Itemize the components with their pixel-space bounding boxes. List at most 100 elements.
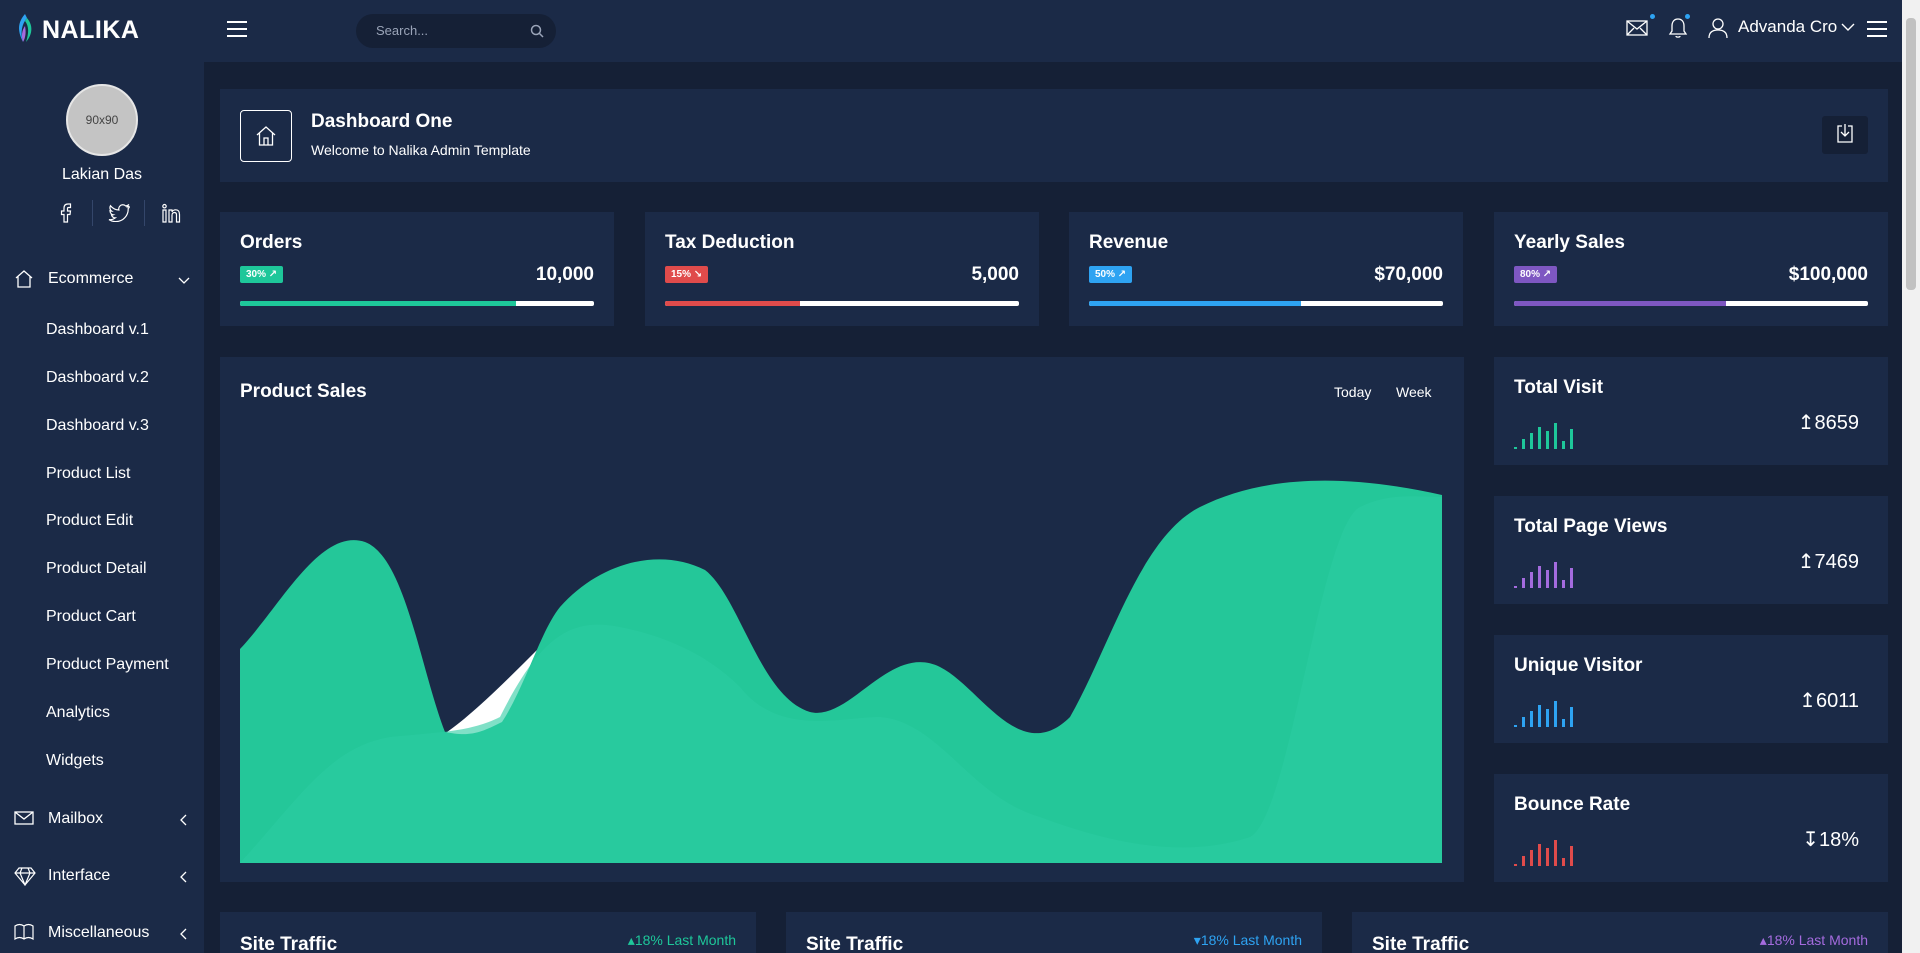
menu-toggle-icon[interactable] xyxy=(226,20,248,43)
sidebar-item-product-detail[interactable]: Product Detail xyxy=(46,560,147,578)
traffic-stat: ▴18% Last Month xyxy=(627,932,736,948)
sidebar-item-miscellaneous[interactable]: Miscellaneous xyxy=(0,913,204,953)
menu-icon[interactable] xyxy=(1866,20,1888,43)
stat-progress xyxy=(1089,301,1443,306)
bell-notification-dot xyxy=(1685,14,1690,19)
sidebar-item-dashboard-v2[interactable]: Dashboard v.2 xyxy=(46,369,149,387)
user-menu[interactable]: Advanda Cro xyxy=(1738,17,1855,37)
social-links xyxy=(40,200,196,226)
scrollbar[interactable] xyxy=(1902,0,1920,953)
bell-icon[interactable] xyxy=(1668,17,1688,44)
home-icon xyxy=(240,110,292,162)
stat-value: 5,000 xyxy=(971,264,1019,285)
stat-progress-fill xyxy=(240,301,517,306)
sidebar-item-interface[interactable]: Interface xyxy=(0,856,204,896)
mini-stat-value: ↥7469 xyxy=(1797,551,1859,573)
stat-card-yearly-sales: Yearly Sales 80% ↗ $100,000 xyxy=(1494,212,1888,326)
stat-value: $100,000 xyxy=(1788,264,1868,285)
card-title: Site Traffic xyxy=(1372,934,1470,953)
stat-value: $70,000 xyxy=(1374,264,1443,285)
search-icon[interactable] xyxy=(530,24,544,43)
mini-stat-title: Total Visit xyxy=(1514,377,1604,398)
mini-bar-chart xyxy=(1514,423,1573,449)
brand-name: NALIKA xyxy=(42,16,140,44)
mini-stat-title: Total Page Views xyxy=(1514,516,1668,537)
top-bar: Advanda Cro xyxy=(204,0,1902,62)
chevron-left-icon xyxy=(178,927,190,945)
mail-notification-dot xyxy=(1650,14,1655,19)
sidebar-item-widgets[interactable]: Widgets xyxy=(46,752,104,770)
tab-week[interactable]: Week xyxy=(1396,384,1432,400)
mini-stat-total-visit: Total Visit ↥8659 xyxy=(1494,357,1888,465)
download-icon xyxy=(1836,123,1854,148)
stat-card-orders: Orders 30% ↗ 10,000 xyxy=(220,212,614,326)
traffic-stat: ▴18% Last Month xyxy=(1759,932,1868,948)
product-sales-chart xyxy=(240,480,1442,863)
sidebar-item-product-payment[interactable]: Product Payment xyxy=(46,656,169,674)
download-button[interactable] xyxy=(1822,116,1868,154)
user-icon[interactable] xyxy=(1708,17,1728,44)
search-input[interactable] xyxy=(376,23,526,38)
stat-progress xyxy=(1514,301,1868,306)
card-title: Site Traffic xyxy=(240,934,338,953)
site-traffic-card: Site Traffic ▴18% Last Month xyxy=(220,912,756,953)
home-icon xyxy=(14,269,34,294)
mini-stat-value: ↥8659 xyxy=(1797,412,1859,434)
sidebar-item-label: Mailbox xyxy=(48,810,104,827)
chevron-down-icon xyxy=(178,273,190,291)
mini-stat-total-page-views: Total Page Views ↥7469 xyxy=(1494,496,1888,604)
sidebar-item-dashboard-v3[interactable]: Dashboard v.3 xyxy=(46,417,149,435)
site-traffic-card: Site Traffic ▾18% Last Month xyxy=(786,912,1322,953)
page-header: Dashboard One Welcome to Nalika Admin Te… xyxy=(220,89,1888,182)
stat-progress-fill xyxy=(665,301,800,306)
stat-badge: 30% ↗ xyxy=(240,266,284,283)
stat-value: 10,000 xyxy=(535,264,594,285)
page-subtitle: Welcome to Nalika Admin Template xyxy=(311,142,531,158)
stat-title: Tax Deduction xyxy=(665,232,795,253)
chevron-left-icon xyxy=(178,870,190,888)
mail-icon[interactable] xyxy=(1626,19,1648,42)
facebook-icon[interactable] xyxy=(40,200,92,226)
mini-bar-chart xyxy=(1514,840,1573,866)
page-title: Dashboard One xyxy=(311,111,453,132)
chevron-down-icon xyxy=(1841,17,1855,37)
sidebar-item-analytics[interactable]: Analytics xyxy=(46,704,110,722)
mini-stat-title: Unique Visitor xyxy=(1514,655,1643,676)
sidebar-item-ecommerce[interactable]: Ecommerce xyxy=(0,259,204,299)
logo-icon xyxy=(14,13,36,48)
sidebar-item-label: Miscellaneous xyxy=(48,924,150,941)
tab-today[interactable]: Today xyxy=(1334,384,1371,400)
stat-title: Orders xyxy=(240,232,303,253)
scrollbar-thumb[interactable] xyxy=(1906,18,1916,290)
mini-stat-bounce-rate: Bounce Rate ↧18% xyxy=(1494,774,1888,882)
user-name: Advanda Cro xyxy=(1738,17,1838,36)
chevron-left-icon xyxy=(178,813,190,831)
profile-name: Lakian Das xyxy=(61,166,143,183)
sidebar-item-label: Interface xyxy=(48,867,111,884)
card-title: Site Traffic xyxy=(806,934,904,953)
stat-badge: 50% ↗ xyxy=(1089,266,1133,283)
mini-stat-title: Bounce Rate xyxy=(1514,794,1631,815)
mini-bar-chart xyxy=(1514,701,1573,727)
stat-card-revenue: Revenue 50% ↗ $70,000 xyxy=(1069,212,1463,326)
sidebar-item-mailbox[interactable]: Mailbox xyxy=(0,799,204,839)
stat-badge: 80% ↗ xyxy=(1514,266,1558,283)
search-box xyxy=(356,14,556,48)
mail-icon xyxy=(14,809,34,832)
sidebar-item-product-edit[interactable]: Product Edit xyxy=(46,512,133,530)
brand[interactable]: NALIKA xyxy=(14,13,139,48)
mini-stat-value: ↧18% xyxy=(1802,829,1859,851)
stat-progress-fill xyxy=(1089,301,1302,306)
stat-progress-fill xyxy=(1514,301,1727,306)
sidebar: NALIKA 90x90 Lakian Das Ecommerce Dashbo… xyxy=(0,0,204,953)
twitter-icon[interactable] xyxy=(92,200,144,226)
sidebar-item-dashboard-v1[interactable]: Dashboard v.1 xyxy=(46,321,149,339)
traffic-stat: ▾18% Last Month xyxy=(1193,932,1302,948)
sidebar-item-product-list[interactable]: Product List xyxy=(46,465,130,483)
avatar[interactable]: 90x90 xyxy=(66,84,138,156)
product-sales-panel: Product Sales Today Week xyxy=(220,357,1464,882)
book-icon xyxy=(14,923,34,946)
sidebar-item-product-cart[interactable]: Product Cart xyxy=(46,608,136,626)
stat-card-tax-deduction: Tax Deduction 15% ↘ 5,000 xyxy=(645,212,1039,326)
linkedin-icon[interactable] xyxy=(144,200,196,226)
